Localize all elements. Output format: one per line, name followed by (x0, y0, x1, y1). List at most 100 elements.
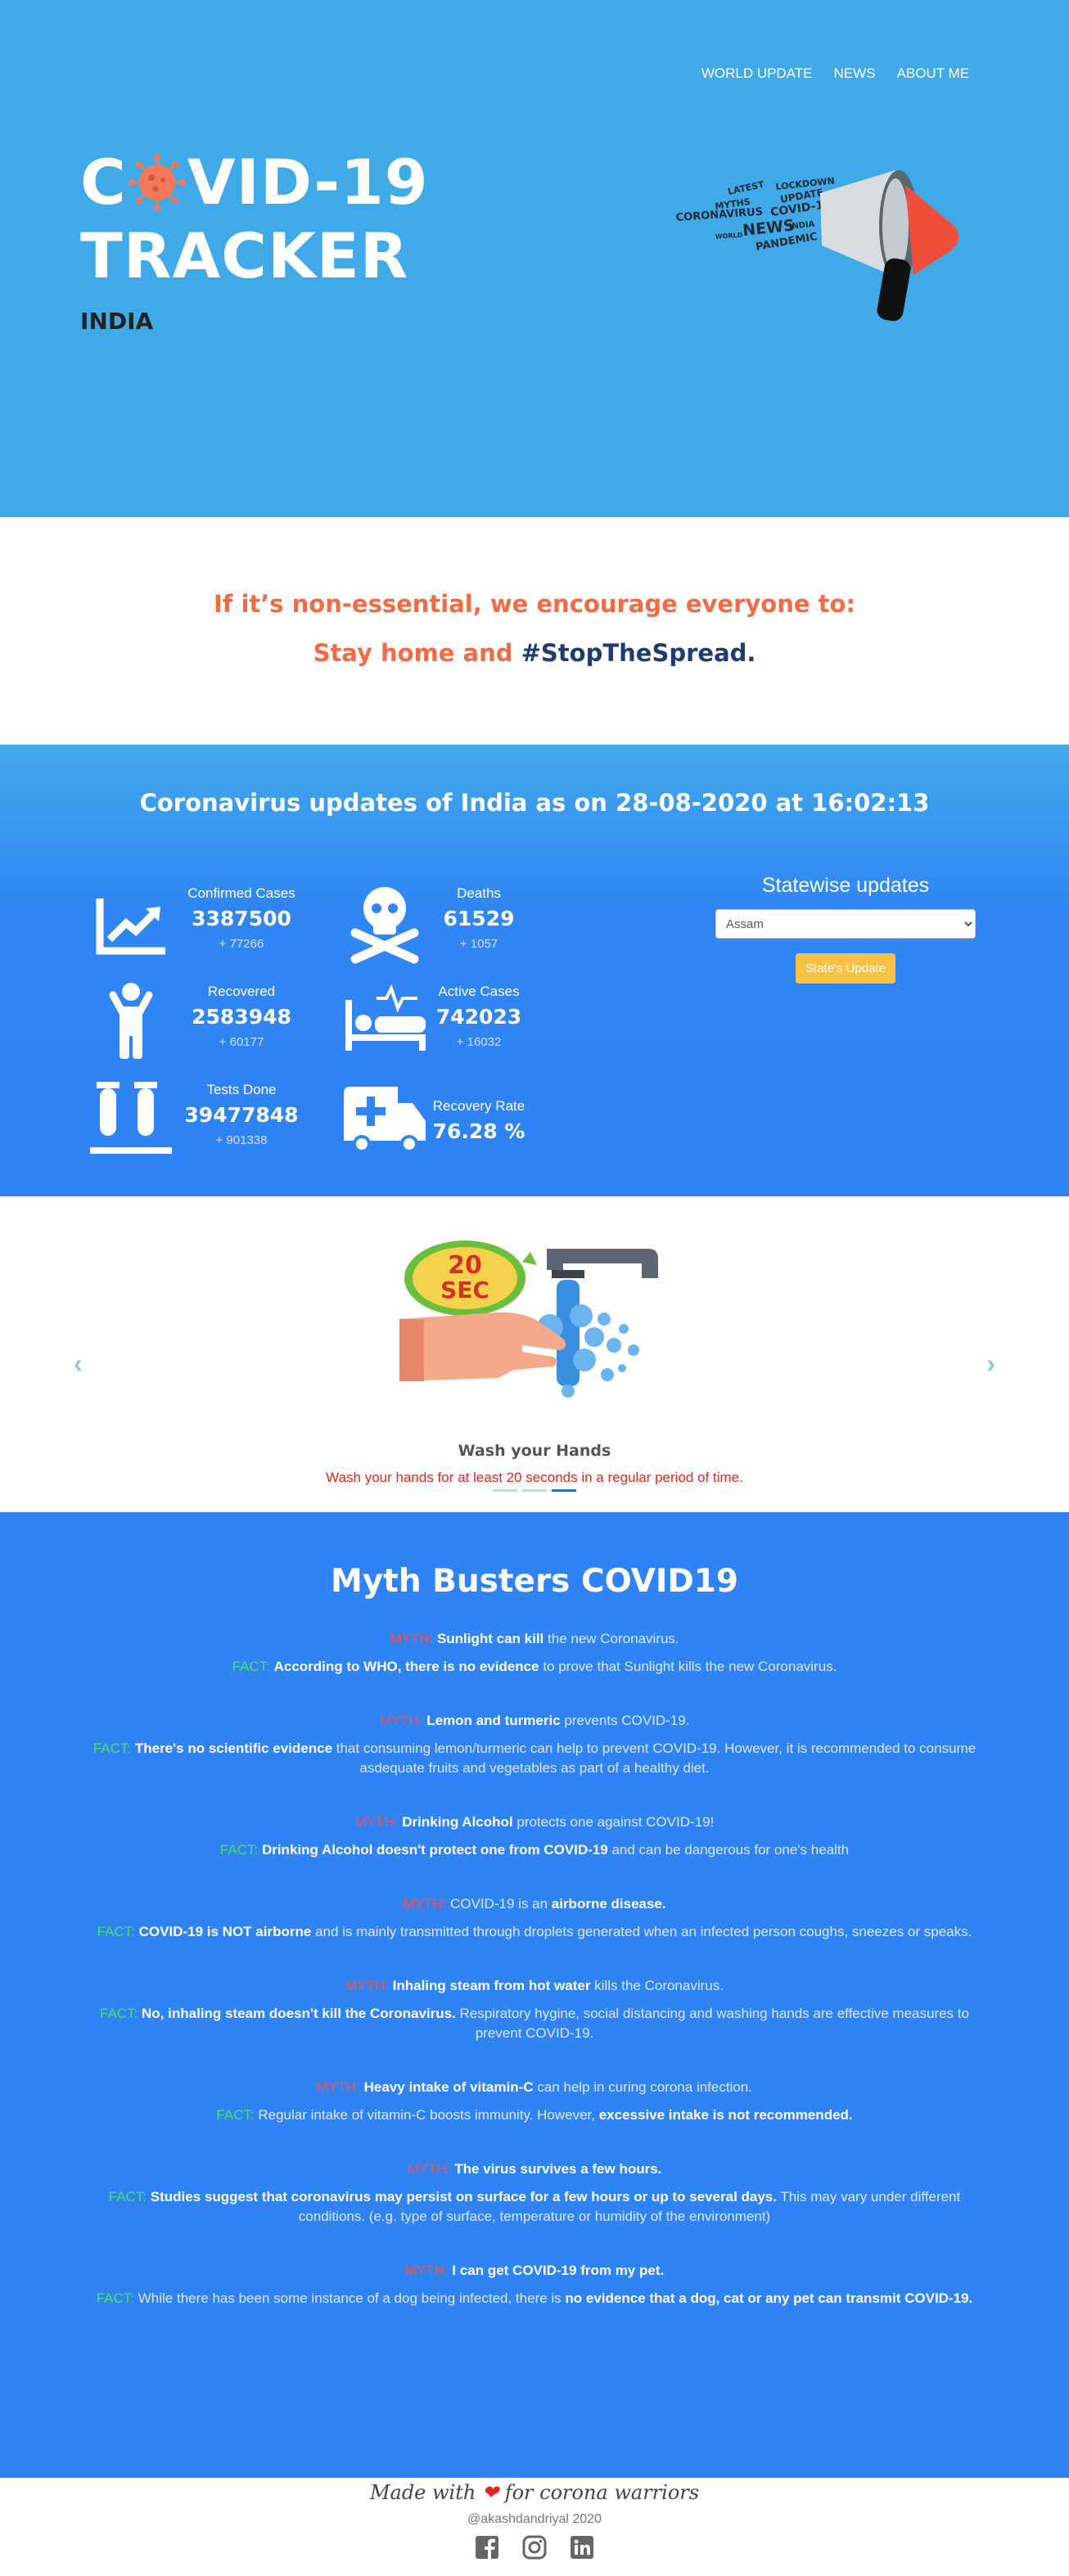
myth-line: MYTH: Heavy intake of vitamin-C can help… (90, 2078, 979, 2097)
megaphone-word: LATEST (727, 179, 765, 197)
stats-section: Coronavirus updates of India as on 28-08… (0, 745, 1069, 1196)
myth-block: MYTH: Drinking Alcohol protects one agai… (0, 1813, 1069, 1860)
fact-text: and can be dangerous for one's health (607, 1842, 850, 1858)
recovered-delta: + 60177 (219, 1035, 264, 1049)
carousel-indicators (0, 1489, 1069, 1492)
myth-line: MYTH: Lemon and turmeric prevents COVID-… (90, 1711, 979, 1731)
nav-world-update[interactable]: WORLD UPDATE (701, 65, 813, 82)
recovery-rate-value: 76.28 % (432, 1119, 525, 1143)
fact-text: and is mainly transmitted through drople… (311, 1924, 972, 1939)
fact-emphasis: No, inhaling steam doesn't kill the Coro… (142, 2006, 456, 2021)
fact-line: FACT: While there has been some instance… (90, 2289, 979, 2308)
fact-emphasis: Studies suggest that coronavirus may per… (150, 2189, 777, 2204)
made-with-text: Made with ❤ for corona warriors (369, 2481, 700, 2504)
myth-block: MYTH: COVID-19 is an airborne disease. FA… (0, 1894, 1069, 1942)
carousel-next-icon[interactable]: › (986, 1349, 995, 1379)
state-select[interactable]: Assam (715, 909, 976, 939)
fact-line: FACT: COVID-19 is NOT airborne and is ma… (90, 1922, 979, 1942)
hashtag: #StopTheSpread. (521, 639, 756, 667)
recovery-rate-card: Recovery Rate 76.28 % (344, 1079, 589, 1169)
fact-line: FACT: According to WHO, there is no evid… (90, 1657, 979, 1677)
message-line-1: If it’s non-essential, we encourage ever… (213, 590, 856, 618)
myth-label: MYTH: (403, 1896, 450, 1912)
fact-emphasis: There's no scientific evidence (134, 1741, 333, 1756)
fact-emphasis: no evidence that a dog, cat or any pet c… (565, 2290, 973, 2306)
facebook-icon[interactable] (475, 2535, 499, 2560)
fact-label: FACT: (97, 1924, 139, 1939)
myth-label: MYTH: (354, 1814, 403, 1830)
stats-title: Coronavirus updates of India as on 28-08… (139, 789, 930, 817)
carousel-indicator[interactable] (493, 1489, 517, 1492)
carousel-prev-icon[interactable]: ‹ (74, 1349, 83, 1379)
myth-emphasis: Drinking Alcohol (402, 1814, 513, 1830)
myth-text: COVID-19 is an (450, 1896, 552, 1912)
top-nav: WORLD UPDATE NEWS ABOUT ME (701, 65, 969, 82)
myth-line: MYTH: Sunlight can kill the new Coronavi… (90, 1629, 979, 1649)
recovered-card: Recovered 2583948 + 60177 (90, 980, 336, 1070)
myth-text: can help in curing corona infection. (533, 2079, 752, 2095)
myth-line: MYTH: COVID-19 is an airborne disease. (90, 1894, 979, 1914)
fact-text: Regular intake of vitamin-C boosts immun… (258, 2107, 599, 2123)
person-icon (109, 983, 153, 1059)
recovered-label: Recovered (207, 984, 276, 999)
fact-label: FACT: (92, 1741, 135, 1756)
myth-line: MYTH: The virus survives a few hours. (90, 2159, 979, 2179)
carousel-indicator[interactable] (522, 1489, 547, 1492)
site-title: C VID-19 TRACKER INDIA (80, 146, 429, 335)
fact-line: FACT: There's no scientific evidence tha… (90, 1739, 979, 1778)
deaths-label: Deaths (457, 885, 501, 901)
deaths-value: 61529 (443, 907, 515, 930)
fact-emphasis: According to WHO, there is no evidence (273, 1659, 539, 1674)
myth-label: MYTH: (390, 1631, 437, 1646)
myth-block: MYTH: Heavy intake of vitamin-C can help… (0, 2078, 1069, 2125)
tests-delta: + 901338 (215, 1133, 268, 1147)
myth-label: MYTH: (379, 1713, 427, 1728)
fact-label: FACT: (216, 2107, 259, 2123)
megaphone-word: WORLD (715, 232, 743, 241)
nav-about-me[interactable]: ABOUT ME (897, 65, 969, 82)
myth-emphasis: Lemon and turmeric (426, 1713, 561, 1728)
myth-emphasis: airborne disease. (551, 1896, 666, 1912)
statewise-title: Statewise updates (761, 874, 930, 897)
deaths-delta: + 1057 (459, 937, 498, 951)
carousel-indicator[interactable] (552, 1489, 576, 1492)
hero-section: WORLD UPDATE NEWS ABOUT ME C VID-19 TRAC… (0, 0, 1069, 517)
myth-text: the new Coronavirus. (544, 1631, 679, 1646)
title-line-2: TRACKER (80, 219, 409, 292)
social-links (0, 2535, 1069, 2560)
instagram-icon[interactable] (522, 2535, 547, 2560)
carousel-description: Wash your hands for at least 20 seconds … (326, 1470, 743, 1485)
linkedin-icon[interactable] (570, 2535, 594, 2560)
myth-emphasis: The virus survives a few hours. (454, 2161, 662, 2177)
fact-text: to prove that Sunlight kills the new Cor… (539, 1659, 837, 1674)
badge-number: 20 (448, 1251, 482, 1280)
state-update-button[interactable]: State's Update (796, 953, 895, 984)
myth-block: MYTH: The virus survives a few hours. FAC… (0, 2159, 1069, 2227)
fact-line: FACT: Studies suggest that coronavirus m… (90, 2187, 979, 2227)
message-section: If it’s non-essential, we encourage ever… (0, 517, 1069, 745)
tips-carousel: ‹ › 20 SEC Wash your Hands Wash your han… (0, 1196, 1069, 1512)
fact-label: FACT: (96, 2290, 138, 2306)
myth-text: protects one against COVID-19! (512, 1814, 715, 1830)
fact-label: FACT: (108, 2189, 151, 2204)
ambulance-icon (344, 1087, 426, 1153)
confirmed-value: 3387500 (192, 907, 291, 930)
test-tubes-icon (90, 1082, 172, 1154)
megaphone-word: INDIA (788, 220, 815, 232)
active-cases-card: Active Cases 742023 + 16032 (344, 980, 589, 1070)
statewise-panel: Statewise updates Assam State's Update (715, 874, 976, 984)
fact-label: FACT: (219, 1842, 262, 1858)
fact-label: FACT: (100, 2006, 142, 2021)
myth-line: MYTH: I can get COVID-19 from my pet. (90, 2261, 979, 2281)
deaths-card: Deaths 61529 + 1057 (344, 882, 589, 972)
message-line-2: Stay home and #StopTheSpread. (313, 639, 756, 667)
myth-busters-section: Myth Busters COVID19 MYTH: Sunlight can … (0, 1512, 1069, 2478)
hand-wash-image: 20 SEC (399, 1241, 658, 1398)
nav-news[interactable]: NEWS (834, 65, 876, 82)
fact-label: FACT: (232, 1659, 274, 1674)
fact-text: While there has been some instance of a … (138, 2290, 566, 2306)
title-line-1: C VID-19 (80, 146, 429, 218)
bed-icon (345, 984, 426, 1051)
confirmed-label: Confirmed Cases (187, 885, 295, 901)
tests-value: 39477848 (184, 1103, 299, 1127)
